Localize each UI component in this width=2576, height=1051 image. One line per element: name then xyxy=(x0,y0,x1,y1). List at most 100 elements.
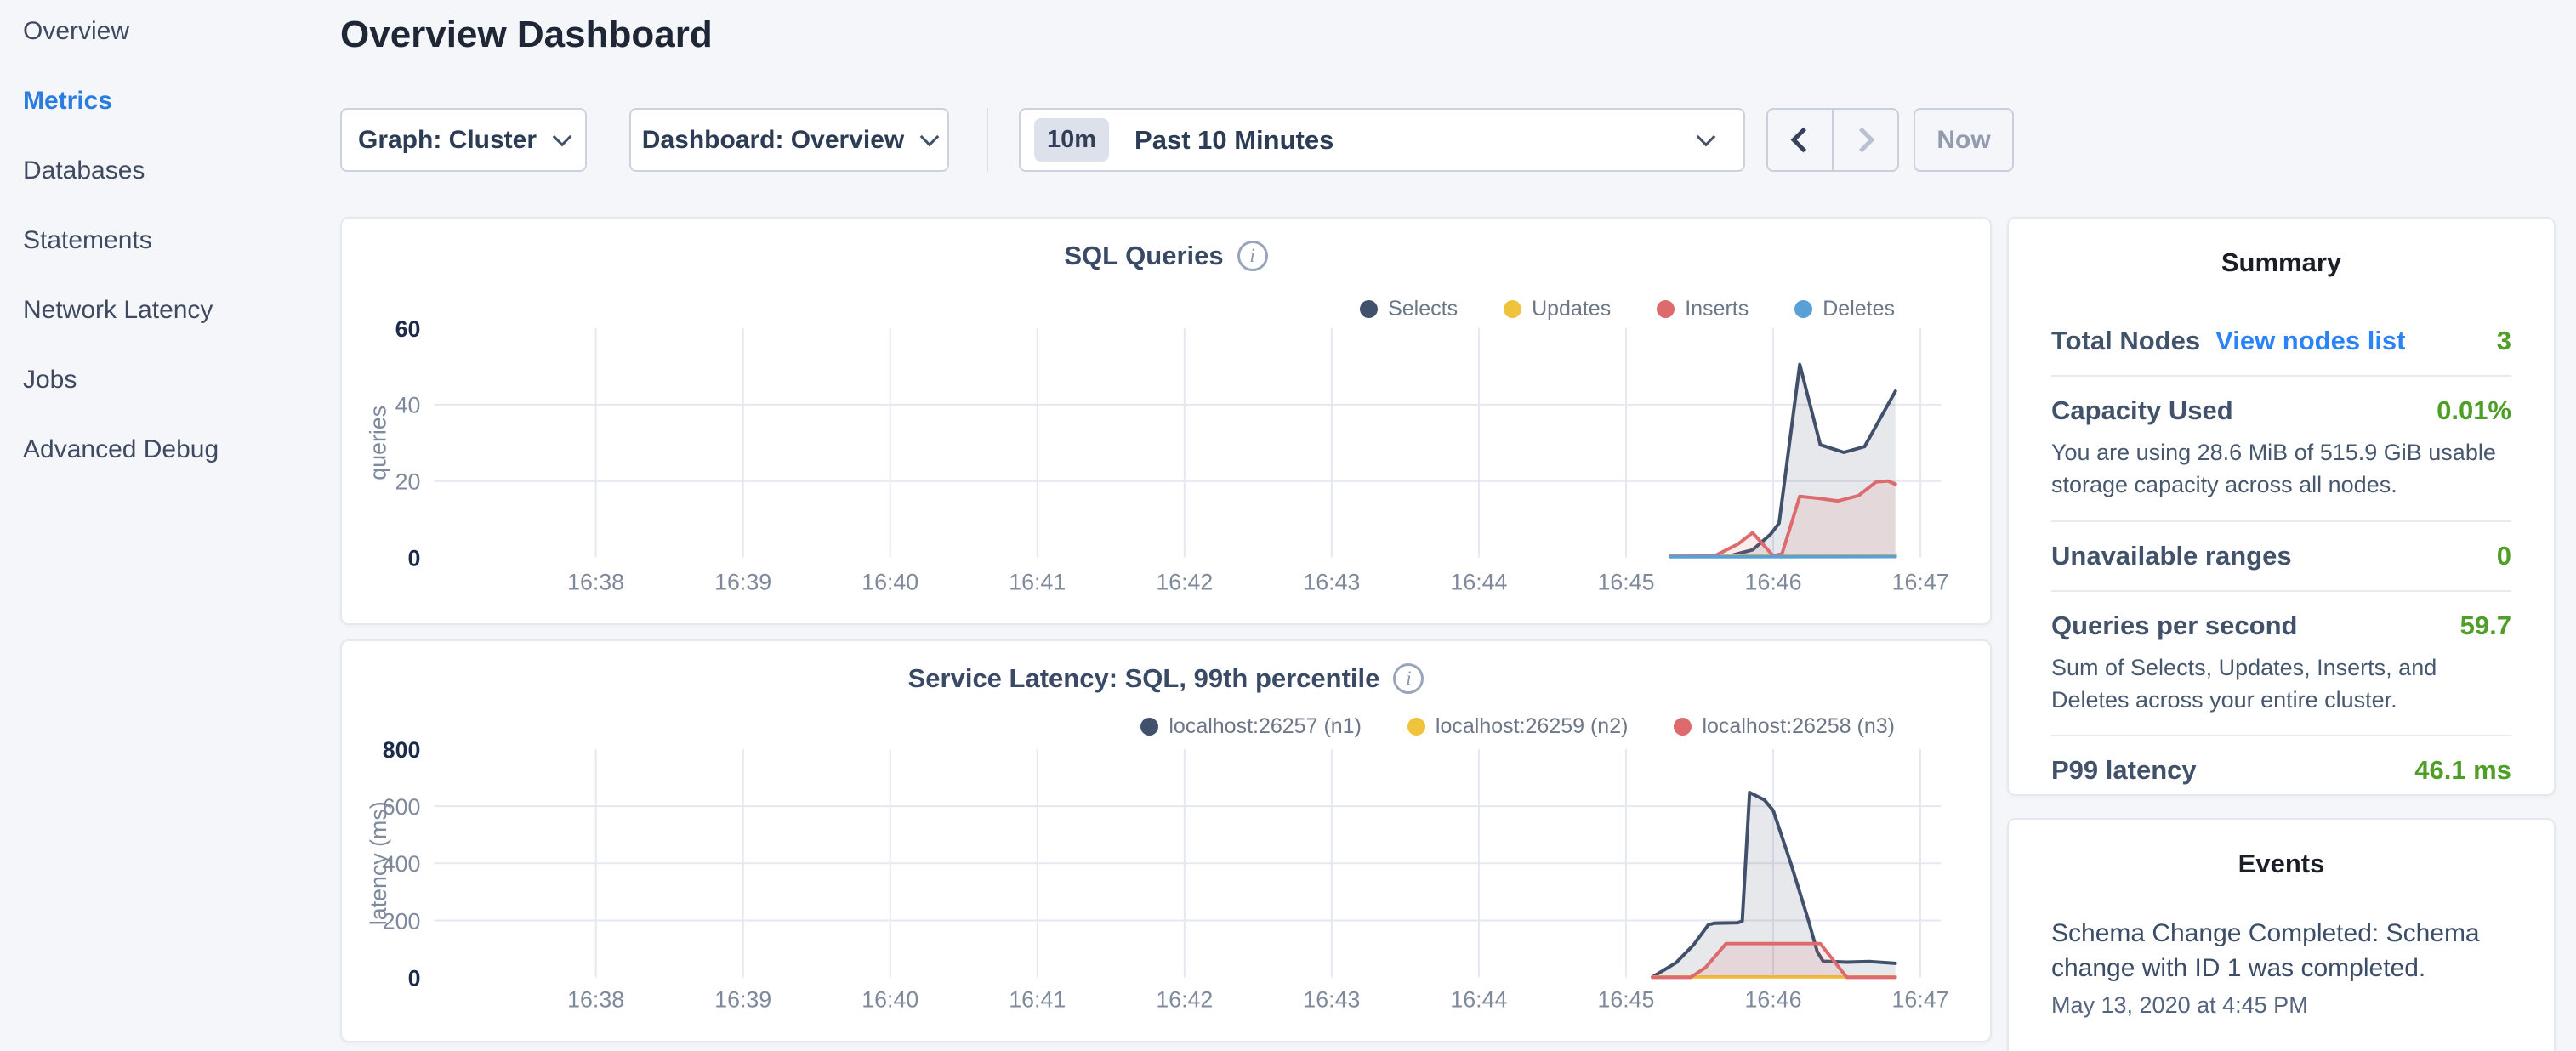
chevron-down-icon xyxy=(920,127,940,146)
events-panel: Events Schema Change Completed: Schema c… xyxy=(2007,818,2556,1051)
time-window-label: Past 10 Minutes xyxy=(1134,125,1333,156)
svg-text:0: 0 xyxy=(407,546,420,571)
time-nav-group xyxy=(1766,108,1899,172)
sidebar-item-jobs[interactable]: Jobs xyxy=(23,367,332,393)
summary-panel: Summary Total Nodes View nodes list 3 Ca… xyxy=(2007,217,2556,796)
time-window-select[interactable]: 10m Past 10 Minutes xyxy=(1019,108,1745,172)
sidebar-item-metrics[interactable]: Metrics xyxy=(23,88,332,114)
sidebar-item-overview[interactable]: Overview xyxy=(23,19,332,44)
svg-text:16:42: 16:42 xyxy=(1156,986,1213,1012)
time-window-badge: 10m xyxy=(1034,118,1109,162)
info-icon[interactable] xyxy=(1393,663,1424,694)
summary-row-total-nodes: Total Nodes View nodes list 3 xyxy=(2051,326,2511,356)
svg-text:latency (ms): latency (ms) xyxy=(366,801,391,925)
summary-row-qps: Queries per second 59.7 Sum of Selects, … xyxy=(2051,611,2511,717)
sidebar-item-advanced-debug[interactable]: Advanced Debug xyxy=(23,437,332,463)
legend-dot xyxy=(1360,300,1378,318)
divider xyxy=(2051,590,2511,592)
legend-label: Selects xyxy=(1388,297,1458,321)
summary-row-capacity: Capacity Used 0.01% You are using 28.6 M… xyxy=(2051,395,2511,502)
legend-dot xyxy=(1140,718,1158,736)
graph-dropdown-label: Graph: Cluster xyxy=(358,126,537,155)
svg-text:60: 60 xyxy=(395,316,421,342)
svg-text:16:40: 16:40 xyxy=(862,569,918,594)
chart-title-row: SQL Queries xyxy=(342,241,1990,271)
service-latency-chart[interactable]: 020040060080016:3816:3916:4016:4116:4216… xyxy=(342,641,1990,1041)
total-nodes-label: Total Nodes xyxy=(2051,326,2200,356)
chart-legend: localhost:26257 (n1) localhost:26259 (n2… xyxy=(1140,714,1895,739)
sidebar: Overview Metrics Databases Statements Ne… xyxy=(0,0,332,507)
legend-item-n1[interactable]: localhost:26257 (n1) xyxy=(1140,714,1362,739)
event-list-item[interactable]: Schema Change Completed: Schema change w… xyxy=(2051,917,2511,1019)
legend-dot xyxy=(1407,718,1425,736)
sidebar-item-network-latency[interactable]: Network Latency xyxy=(23,298,332,323)
dashboard-dropdown[interactable]: Dashboard: Overview xyxy=(629,108,949,172)
svg-text:16:47: 16:47 xyxy=(1892,569,1949,594)
svg-text:queries: queries xyxy=(366,406,391,480)
legend-item-selects[interactable]: Selects xyxy=(1360,297,1458,321)
total-nodes-value: 3 xyxy=(2497,326,2511,356)
legend-dot xyxy=(1674,718,1692,736)
sidebar-item-statements[interactable]: Statements xyxy=(23,228,332,253)
svg-text:40: 40 xyxy=(395,393,421,418)
svg-text:16:45: 16:45 xyxy=(1597,986,1654,1012)
svg-text:16:43: 16:43 xyxy=(1303,569,1360,594)
svg-text:16:39: 16:39 xyxy=(714,986,771,1012)
svg-text:16:47: 16:47 xyxy=(1892,986,1949,1012)
legend-label: localhost:26257 (n1) xyxy=(1169,714,1362,739)
legend-item-updates[interactable]: Updates xyxy=(1504,297,1611,321)
legend-item-n2[interactable]: localhost:26259 (n2) xyxy=(1407,714,1629,739)
time-next-button[interactable] xyxy=(1834,110,1897,170)
sidebar-item-databases[interactable]: Databases xyxy=(23,158,332,184)
graph-dropdown[interactable]: Graph: Cluster xyxy=(340,108,587,172)
sql-queries-chart-card: SQL Queries Selects Updates Inserts Dele… xyxy=(340,217,1992,625)
capacity-used-description: You are using 28.6 MiB of 515.9 GiB usab… xyxy=(2051,436,2511,502)
unavailable-ranges-label: Unavailable ranges xyxy=(2051,541,2292,571)
svg-text:16:43: 16:43 xyxy=(1303,986,1360,1012)
svg-text:20: 20 xyxy=(395,469,421,495)
summary-row-unavailable-ranges: Unavailable ranges 0 xyxy=(2051,541,2511,571)
legend-label: Inserts xyxy=(1685,297,1749,321)
capacity-used-label: Capacity Used xyxy=(2051,395,2233,426)
event-timestamp: May 13, 2020 at 4:45 PM xyxy=(2051,992,2511,1019)
svg-text:0: 0 xyxy=(408,966,421,991)
chevron-down-icon xyxy=(553,127,572,146)
unavailable-ranges-value: 0 xyxy=(2497,541,2511,571)
legend-item-deletes[interactable]: Deletes xyxy=(1794,297,1895,321)
dashboard-dropdown-label: Dashboard: Overview xyxy=(642,126,904,155)
chart-title-row: Service Latency: SQL, 99th percentile xyxy=(342,663,1990,694)
svg-text:16:41: 16:41 xyxy=(1009,569,1066,594)
qps-description: Sum of Selects, Updates, Inserts, and De… xyxy=(2051,651,2511,717)
p99-latency-label: P99 latency xyxy=(2051,755,2197,786)
svg-text:16:44: 16:44 xyxy=(1450,569,1507,594)
capacity-used-value: 0.01% xyxy=(2437,395,2511,426)
page-title: Overview Dashboard xyxy=(340,14,713,56)
legend-dot xyxy=(1504,300,1521,318)
legend-item-n3[interactable]: localhost:26258 (n3) xyxy=(1674,714,1895,739)
divider xyxy=(2051,520,2511,522)
events-heading: Events xyxy=(2051,849,2511,879)
crdb-admin-ui: Overview Metrics Databases Statements Ne… xyxy=(0,0,2576,1051)
svg-text:16:46: 16:46 xyxy=(1744,986,1801,1012)
legend-label: localhost:26259 (n2) xyxy=(1436,714,1629,739)
time-prev-button[interactable] xyxy=(1768,110,1834,170)
legend-item-inserts[interactable]: Inserts xyxy=(1657,297,1749,321)
p99-latency-value: 46.1 ms xyxy=(2414,755,2511,786)
summary-heading: Summary xyxy=(2051,247,2511,278)
now-button[interactable]: Now xyxy=(1914,108,2014,172)
info-icon[interactable] xyxy=(1237,241,1268,271)
divider xyxy=(2051,375,2511,377)
svg-text:16:38: 16:38 xyxy=(567,569,624,594)
event-text: Schema Change Completed: Schema change w… xyxy=(2051,917,2511,986)
legend-label: Updates xyxy=(1532,297,1611,321)
chart-title: Service Latency: SQL, 99th percentile xyxy=(908,663,1380,694)
svg-text:16:46: 16:46 xyxy=(1745,569,1802,594)
divider xyxy=(2051,735,2511,736)
chart-title: SQL Queries xyxy=(1064,241,1223,271)
chart-legend: Selects Updates Inserts Deletes xyxy=(1360,297,1895,321)
qps-value: 59.7 xyxy=(2460,611,2511,641)
svg-text:800: 800 xyxy=(383,737,421,763)
legend-dot xyxy=(1794,300,1812,318)
view-nodes-list-link[interactable]: View nodes list xyxy=(2215,326,2405,356)
sql-queries-chart[interactable]: 020406016:3816:3916:4016:4116:4216:4316:… xyxy=(342,219,1990,623)
